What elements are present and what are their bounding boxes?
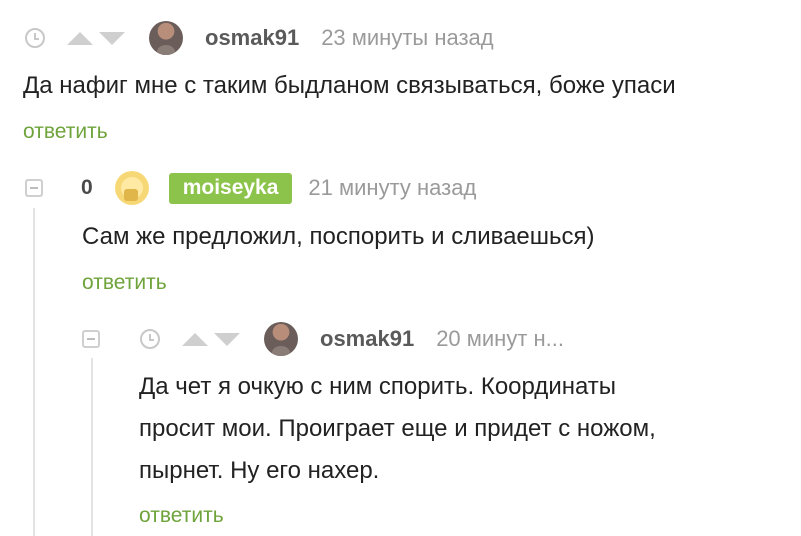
comment-text: Да чет я очкую с ним спорить. Координаты… bbox=[139, 366, 656, 492]
username[interactable]: osmak91 bbox=[205, 25, 299, 51]
avatar[interactable] bbox=[264, 322, 298, 356]
comment-text-line: пырнет. Ну его нахер. bbox=[139, 457, 380, 484]
comment-text-line: просит мои. Проиграет еще и придет с нож… bbox=[139, 415, 656, 442]
thread-line[interactable] bbox=[33, 208, 35, 536]
reply-button[interactable]: ответить bbox=[23, 120, 108, 144]
timestamp[interactable]: 21 минуту назад bbox=[308, 175, 476, 201]
downvote-icon[interactable] bbox=[214, 332, 240, 346]
rating: 0 bbox=[81, 176, 93, 199]
username[interactable]: osmak91 bbox=[320, 326, 414, 352]
comment-text: Сам же предложил, поспорить и сливаешься… bbox=[82, 223, 595, 250]
clock-icon bbox=[140, 329, 160, 349]
avatar[interactable] bbox=[114, 171, 149, 205]
timestamp[interactable]: 20 минут н... bbox=[436, 326, 564, 352]
comment-header: osmak91 23 минуты назад bbox=[25, 20, 494, 56]
timestamp[interactable]: 23 минуты назад bbox=[321, 25, 493, 51]
thread-line[interactable] bbox=[91, 358, 93, 536]
upvote-icon[interactable] bbox=[182, 332, 208, 346]
collapse-icon[interactable] bbox=[25, 179, 43, 197]
username[interactable]: moiseyka bbox=[168, 172, 293, 204]
upvote-icon[interactable] bbox=[67, 31, 93, 45]
comment-text-line: Да чет я очкую с ним спорить. Координаты bbox=[139, 373, 617, 400]
collapse-icon[interactable] bbox=[82, 330, 100, 348]
comment-header: 0 moiseyka 21 минуту назад bbox=[25, 170, 476, 206]
avatar[interactable] bbox=[149, 21, 183, 55]
reply-button[interactable]: ответить bbox=[139, 504, 224, 528]
comment-header: osmak91 20 минут н... bbox=[82, 321, 564, 357]
comment-text: Да нафиг мне с таким быдланом связыватьс… bbox=[23, 72, 676, 99]
reply-button[interactable]: ответить bbox=[82, 271, 167, 295]
downvote-icon[interactable] bbox=[99, 31, 125, 45]
clock-icon bbox=[25, 28, 45, 48]
